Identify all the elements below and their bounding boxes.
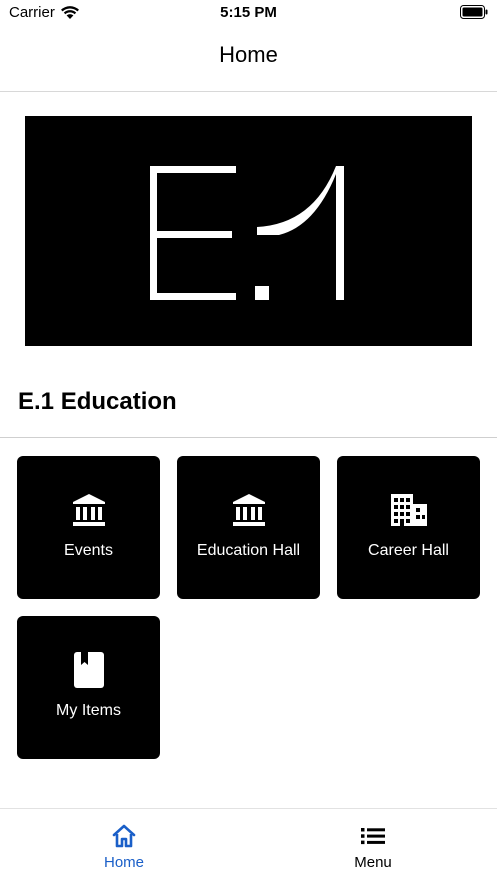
navigation-header: Home: [0, 26, 497, 92]
home-icon: [0, 823, 248, 849]
building-icon: [337, 490, 480, 530]
tile-label: Events: [64, 542, 113, 559]
bank-icon: [177, 490, 320, 530]
e1-logo-graphic: [150, 166, 344, 300]
tab-bar: Home Menu: [0, 808, 497, 883]
tab-label: Menu: [354, 854, 392, 871]
education-hall-tile[interactable]: Education Hall: [177, 456, 320, 599]
page-title: Home: [219, 42, 278, 67]
status-bar: Carrier 5:15 PM: [0, 0, 497, 26]
tab-label: Home: [103, 854, 144, 871]
career-hall-tile[interactable]: Career Hall: [337, 456, 480, 599]
tab-menu[interactable]: Menu: [249, 809, 497, 883]
section-title: E.1 Education: [18, 388, 177, 415]
banner-logo: [25, 116, 472, 346]
bank-icon: [17, 490, 160, 530]
events-tile[interactable]: Events: [17, 456, 160, 599]
tile-label: My Items: [56, 702, 121, 719]
my-items-tile[interactable]: My Items: [17, 616, 160, 759]
status-time: 5:15 PM: [220, 4, 277, 21]
bookmark-book-icon: [17, 650, 160, 690]
tile-label: Education Hall: [196, 542, 301, 559]
tab-home[interactable]: Home: [0, 809, 248, 883]
list-icon: [249, 823, 497, 849]
battery-icon: [460, 5, 488, 19]
tile-label: Career Hall: [368, 542, 449, 559]
section-divider: [0, 437, 497, 438]
